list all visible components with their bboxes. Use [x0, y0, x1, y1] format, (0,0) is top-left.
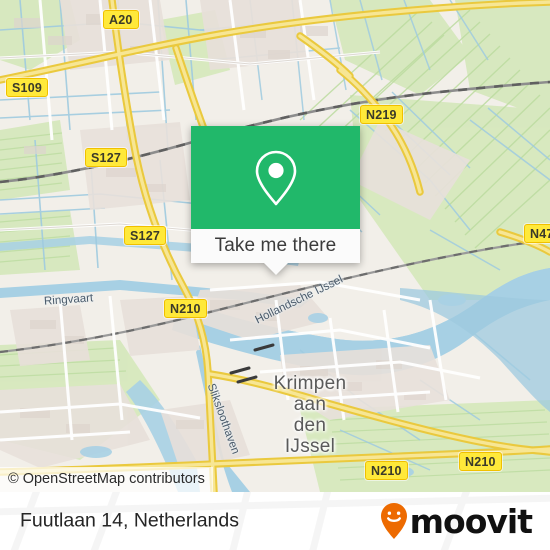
callout-pin-panel	[191, 126, 360, 229]
osm-attribution[interactable]: © OpenStreetMap contributors	[0, 467, 213, 492]
place-name-krimpen: Krimpen aan den IJssel	[265, 373, 355, 457]
moovit-logo[interactable]: moovit	[380, 501, 533, 541]
place-name-line: den	[293, 415, 327, 436]
road-shield: N47	[524, 224, 550, 243]
road-shield: A20	[103, 10, 139, 29]
take-me-there-label: Take me there	[214, 235, 337, 256]
moovit-wordmark: moovit	[409, 501, 533, 541]
callout-tail	[263, 263, 288, 275]
address-title: Fuutlaan 14, Netherlands	[20, 509, 239, 532]
road-shield: S127	[124, 226, 166, 245]
road-shield: S127	[85, 148, 127, 167]
road-shield: N210	[164, 299, 207, 318]
place-name-line: Krimpen	[273, 373, 347, 394]
destination-callout[interactable]: Take me there	[191, 126, 360, 275]
map-pin-icon	[255, 150, 296, 205]
road-shield: N210	[365, 461, 408, 480]
place-name-line: IJssel	[284, 436, 336, 457]
road-shield: S109	[6, 78, 48, 97]
footer-bar: Fuutlaan 14, Netherlands moovit	[0, 492, 550, 550]
road-shield: N219	[360, 105, 403, 124]
moovit-smiley-pin-icon	[380, 503, 407, 539]
take-me-there-button[interactable]: Take me there	[191, 229, 360, 263]
map-result-page: A20 S109 N219 S127 S127 N47 N210 N210 N2…	[0, 0, 550, 550]
road-shield: N210	[459, 452, 502, 471]
place-name-line: aan	[293, 394, 327, 415]
